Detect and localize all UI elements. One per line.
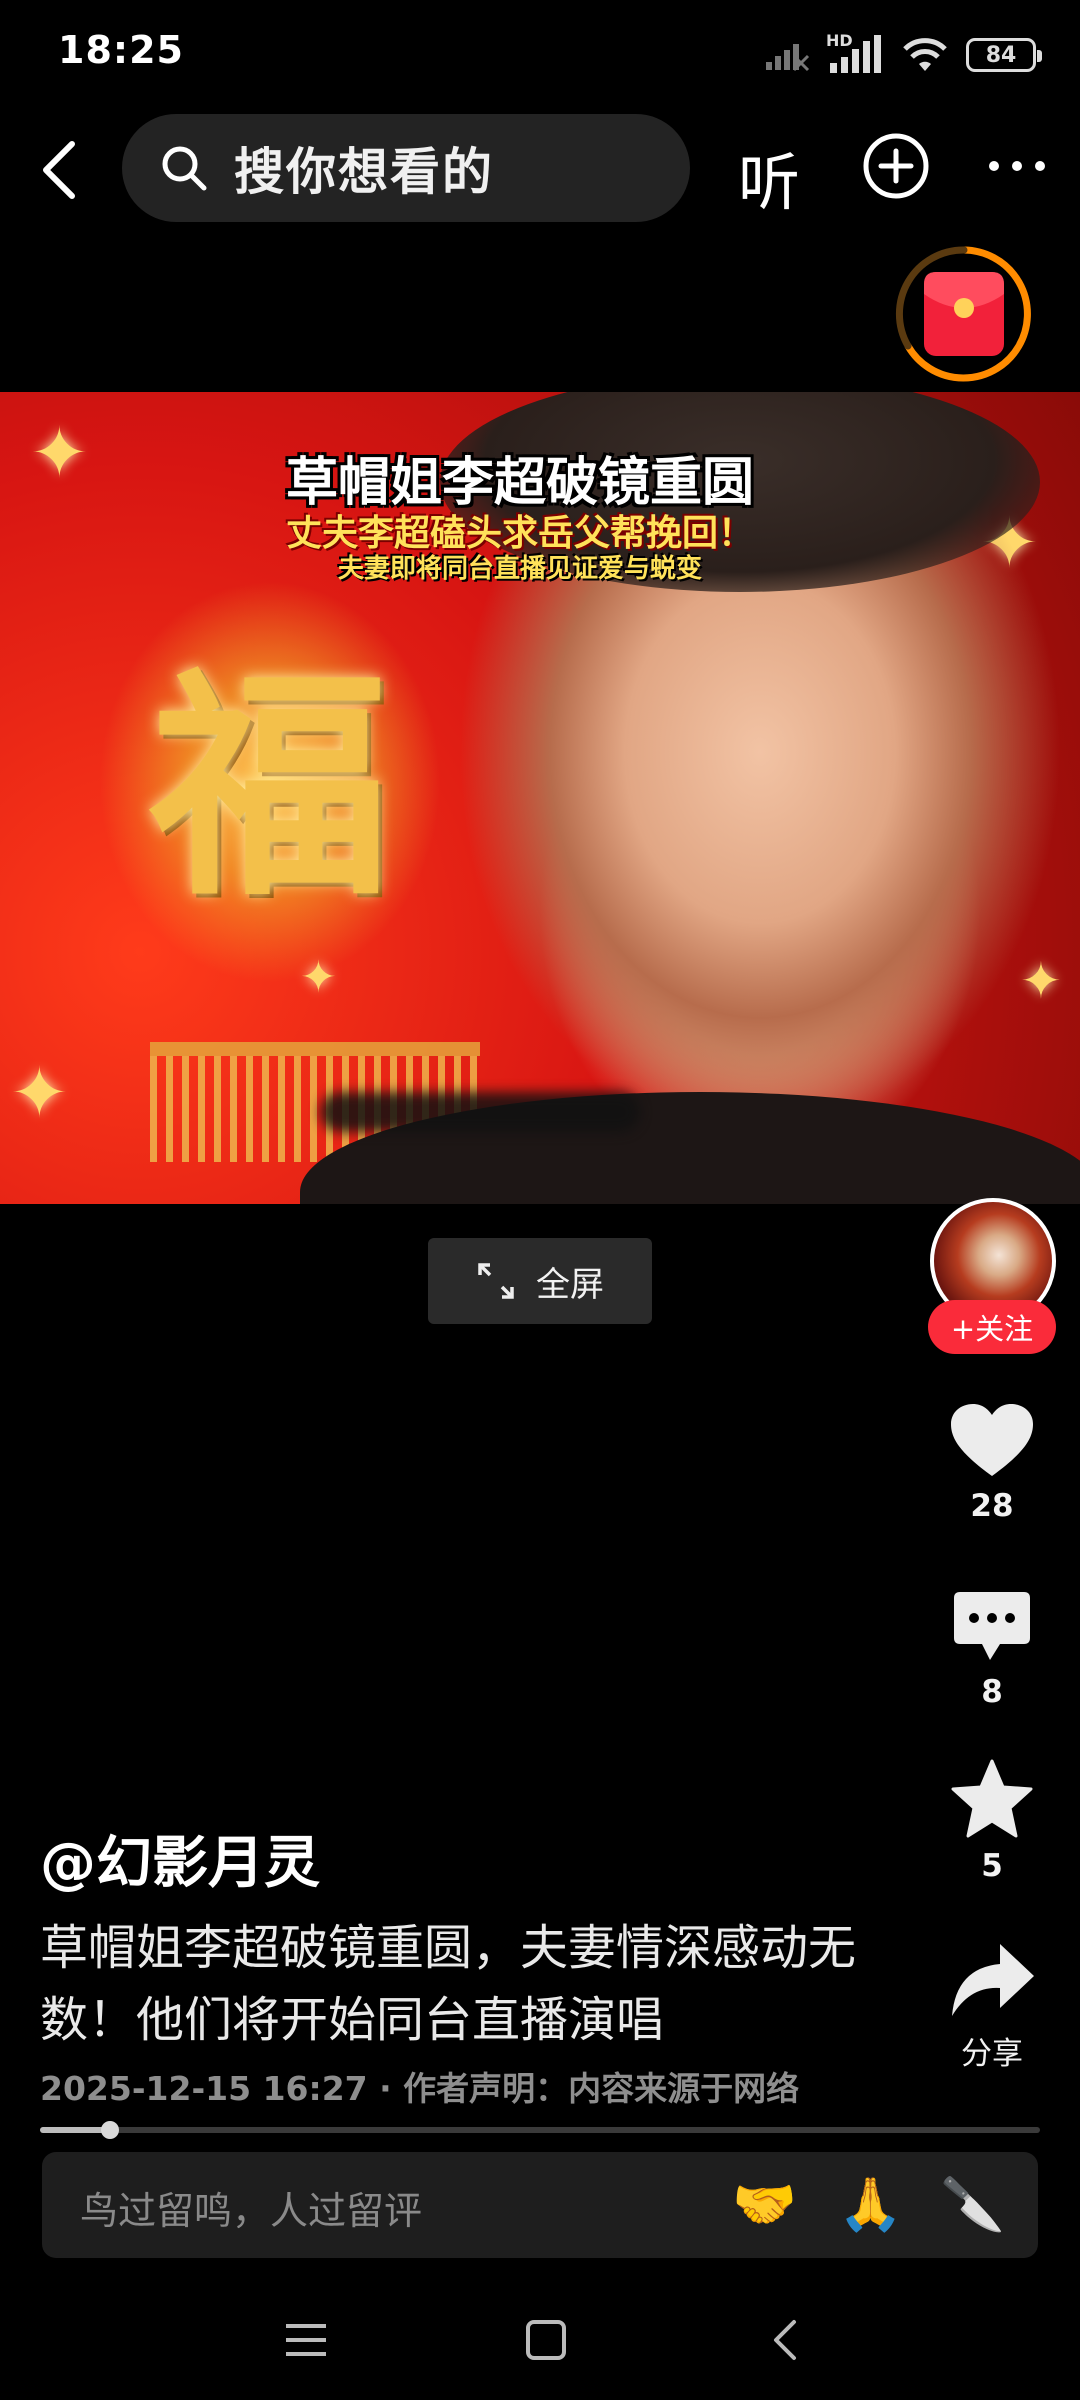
share-label: 分享 bbox=[961, 2036, 1023, 2072]
pray-emoji-button[interactable]: 🙏 bbox=[838, 2174, 903, 2235]
battery-level: 84 bbox=[985, 42, 1017, 68]
comment-count: 8 bbox=[981, 1674, 1003, 1710]
menu-icon[interactable] bbox=[280, 2314, 332, 2366]
knife-emoji-button[interactable]: 🔪 bbox=[940, 2174, 1005, 2235]
blurred-subtitle bbox=[320, 1092, 640, 1132]
comment-input-placeholder[interactable]: 鸟过留鸣，人过留评 bbox=[80, 2180, 422, 2235]
star-icon bbox=[951, 1759, 1033, 1838]
progress-fill bbox=[40, 2127, 110, 2133]
fu-sign-character: 福 bbox=[149, 645, 390, 928]
add-circle-icon[interactable] bbox=[860, 130, 932, 202]
top-nav: 搜你想看的 听 bbox=[0, 110, 1080, 230]
status-bar: 18:25 HD 84 bbox=[0, 0, 1080, 110]
comment-button[interactable]: 8 bbox=[930, 1588, 1054, 1710]
comment-bar[interactable]: 鸟过留鸣，人过留评 🤝 🙏 🔪 bbox=[42, 2152, 1038, 2258]
fullscreen-label: 全屏 bbox=[536, 1264, 604, 1305]
home-square-icon[interactable] bbox=[520, 2314, 572, 2366]
sparkle-decoration: ✦ bbox=[10, 1052, 69, 1134]
red-envelope-icon[interactable] bbox=[892, 242, 1036, 386]
status-icons: HD 84 bbox=[764, 30, 1042, 80]
post-meta: 2025-12-15 16:27 · 作者声明：内容来源于网络 bbox=[40, 2069, 800, 2108]
signal-icon: HD bbox=[826, 31, 884, 75]
search-icon bbox=[162, 146, 207, 191]
sparkle-decoration: ✦ bbox=[300, 952, 337, 1003]
no-signal-icon bbox=[766, 44, 810, 72]
like-count: 28 bbox=[970, 1488, 1014, 1524]
favorite-button[interactable]: 5 bbox=[930, 1758, 1054, 1884]
post-description[interactable]: 草帽姐李超破镜重圆，夫妻情深感动无数！他们将开始同台直播演唱 bbox=[40, 1912, 860, 2056]
author-handle[interactable]: @幻影月灵 bbox=[40, 1818, 320, 1899]
share-arrow-icon bbox=[952, 1944, 1034, 2016]
favorite-count: 5 bbox=[981, 1848, 1003, 1884]
battery-indicator: 84 bbox=[966, 38, 1042, 72]
video-progress-bar[interactable] bbox=[40, 2121, 1040, 2139]
expand-icon bbox=[478, 1263, 514, 1299]
fullscreen-button[interactable]: 全屏 bbox=[428, 1238, 652, 1324]
back-arrow-icon[interactable] bbox=[22, 130, 102, 210]
progress-handle[interactable] bbox=[101, 2121, 119, 2139]
video-player[interactable]: 福 ✦ ✦ ✦ ✦ ✦ 草帽姐李超破镜重圆 丈夫李超磕头求岳父帮挽回！ 夫妻即将… bbox=[0, 392, 1080, 1204]
share-button[interactable]: 分享 bbox=[930, 1940, 1054, 2073]
video-overlay-caption: 夫妻即将同台直播见证爱与蜕变 bbox=[337, 554, 702, 584]
heart-icon bbox=[951, 1404, 1033, 1476]
search-placeholder: 搜你想看的 bbox=[234, 143, 494, 201]
status-time: 18:25 bbox=[58, 28, 184, 72]
like-button[interactable]: 28 bbox=[930, 1402, 1054, 1524]
more-options-icon[interactable] bbox=[982, 130, 1052, 202]
search-box[interactable]: 搜你想看的 bbox=[122, 114, 690, 222]
wifi-icon bbox=[903, 38, 947, 71]
system-nav-bar bbox=[0, 2290, 1080, 2400]
back-triangle-icon[interactable] bbox=[760, 2314, 812, 2366]
comment-bubble-icon bbox=[954, 1592, 1030, 1660]
follow-button[interactable]: +关注 bbox=[928, 1300, 1056, 1354]
listen-button[interactable]: 听 bbox=[738, 132, 800, 222]
handshake-emoji-button[interactable]: 🤝 bbox=[732, 2174, 797, 2235]
